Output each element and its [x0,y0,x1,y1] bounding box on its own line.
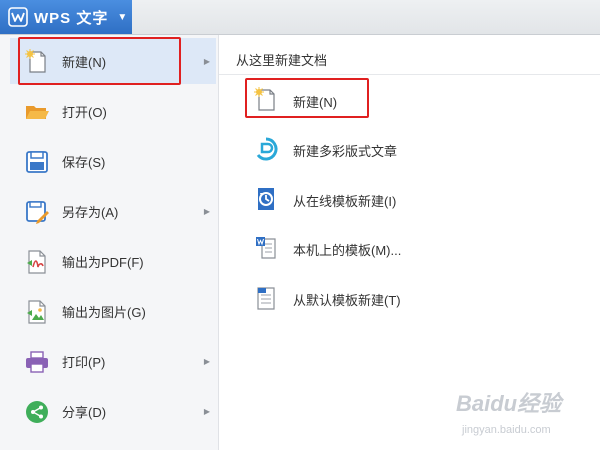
submenu-item-label: 从默认模板新建(T) [293,293,401,308]
watermark-url: jingyan.baidu.com [462,424,551,436]
chevron-right-icon: ▶ [203,206,210,216]
menu-item-label: 保存(S) [62,154,106,170]
submenu-item-colorful-article[interactable]: 新建多彩版式文章 [247,131,577,167]
chevron-right-icon: ▶ [203,56,210,66]
save-icon [26,151,48,173]
menu-item-export-pdf[interactable]: 输出为PDF(F) [10,238,216,284]
new-doc-icon [254,87,275,111]
online-template-icon [258,188,274,210]
new-doc-icon [25,49,46,73]
menu-item-label: 新建(N) [62,54,107,70]
menu-item-print[interactable]: 打印(P) ▶ [10,338,216,384]
wps-app-menu-button[interactable]: WPS 文字 ▼ [0,0,132,34]
menu-item-label: 打开(O) [62,104,107,120]
local-template-icon [256,237,276,259]
chevron-right-icon: ▶ [203,406,210,416]
submenu-item-label: 新建(N) [293,95,338,110]
menu-item-label: 打印(P) [62,354,106,370]
menu-item-share[interactable]: 分享(D) ▶ [10,388,216,434]
menu-item-label: 另存为(A) [62,204,119,220]
app-title: WPS 文字 [34,9,109,27]
divider [219,74,600,75]
menu-item-export-image[interactable]: 输出为图片(G) [10,288,216,334]
watermark-logo-text: Baidu经验 [456,391,562,416]
submenu-item-label: 新建多彩版式文章 [293,144,398,159]
save-as-icon [26,201,49,224]
menu-item-open[interactable]: 打开(O) [10,88,216,134]
print-icon [26,351,48,373]
menu-item-new[interactable]: 新建(N) ▶ [10,38,216,84]
file-menu: 新建(N) ▶ 打开(O) 保存(S) 另存为(A) ▶ 输出为PDF(F) 输… [0,35,219,450]
submenu-item-new[interactable]: 新建(N) [247,82,577,118]
menu-item-label: 输出为图片(G) [62,304,146,320]
baidu-watermark: Baidu经验 jingyan.baidu.com [456,386,596,446]
title-bar: WPS 文字 ▼ [0,0,600,35]
share-icon [26,401,48,423]
folder-open-icon [26,106,49,119]
colorful-article-icon [256,137,278,161]
chevron-right-icon: ▶ [203,356,210,366]
submenu-item-local-template[interactable]: 本机上的模板(M)... [247,230,577,266]
menu-item-save[interactable]: 保存(S) [10,138,216,184]
submenu-item-label: 从在线模板新建(I) [293,194,397,209]
default-template-icon [257,287,275,310]
menu-item-label: 分享(D) [62,404,107,420]
submenu-item-online-template[interactable]: 从在线模板新建(I) [247,181,577,217]
wps-logo-icon [8,7,28,27]
menu-item-label: 输出为PDF(F) [62,254,144,270]
menu-item-save-as[interactable]: 另存为(A) ▶ [10,188,216,234]
export-image-icon [27,300,46,324]
submenu-item-label: 本机上的模板(M)... [293,243,402,258]
submenu-item-default-template[interactable]: 从默认模板新建(T) [247,280,577,316]
chevron-down-icon[interactable]: ▼ [117,12,127,23]
submenu-header: 从这里新建文档 [236,53,328,68]
export-pdf-icon [27,250,46,274]
